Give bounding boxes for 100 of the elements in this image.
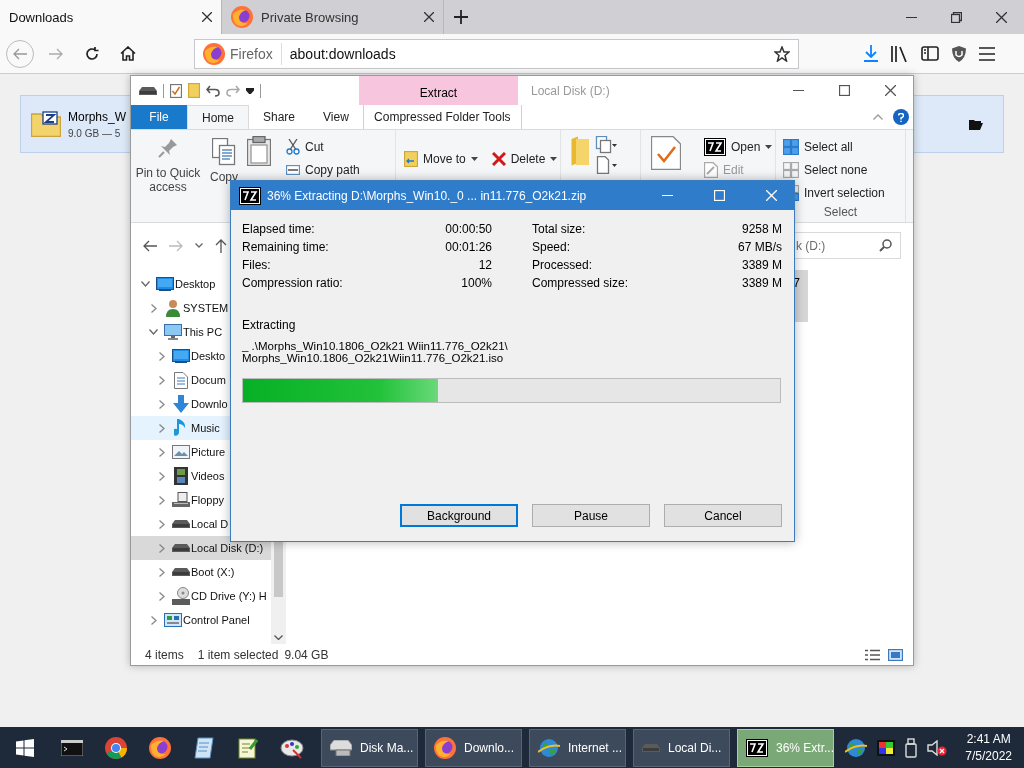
recent-dropdown-icon[interactable] <box>195 243 203 248</box>
terminal-icon[interactable] <box>61 739 83 756</box>
chevron-right-icon[interactable] <box>158 495 165 505</box>
chevron-right-icon[interactable] <box>158 471 165 481</box>
undo-icon[interactable] <box>206 84 220 97</box>
edit-icon <box>704 161 718 178</box>
group-label: Select <box>823 205 858 219</box>
chrome-icon[interactable] <box>105 736 127 759</box>
up-arrow-icon[interactable] <box>215 238 227 253</box>
tree-item[interactable]: Videos <box>131 464 271 488</box>
tree-item[interactable]: Picture <box>131 440 271 464</box>
taskbar-button[interactable]: Local Di... <box>633 728 730 767</box>
browser-tab[interactable]: Downloads <box>0 0 222 34</box>
ribbon-tab[interactable]: Home <box>187 105 249 129</box>
new-tab-icon[interactable] <box>454 10 468 24</box>
taskbar-button[interactable]: Downlo... <box>425 728 522 767</box>
tree-item[interactable]: Local Disk (D:) <box>131 536 271 560</box>
tree-item[interactable]: Downlo <box>131 392 271 416</box>
chevron-right-icon[interactable] <box>158 567 165 577</box>
tree-item[interactable]: SYSTEM <box>131 296 271 320</box>
tree-item[interactable]: Local D <box>131 512 271 536</box>
ribbon-tab[interactable]: Share <box>249 105 310 129</box>
chevron-right-icon[interactable] <box>158 399 165 409</box>
home-icon[interactable] <box>120 46 136 61</box>
dialog-button[interactable]: Cancel <box>664 504 782 527</box>
close-icon[interactable] <box>424 12 434 22</box>
ribbon-tab[interactable]: View <box>309 105 363 129</box>
paint-palette-icon[interactable] <box>280 736 304 759</box>
easy-access-icon[interactable] <box>595 156 617 174</box>
dropdown-icon[interactable] <box>246 87 254 94</box>
scroll-down-icon <box>274 635 283 640</box>
tree-item[interactable]: Control Panel <box>131 608 271 632</box>
bookmark-star-icon[interactable] <box>774 45 790 62</box>
close-icon[interactable] <box>202 12 212 22</box>
library-icon[interactable] <box>891 45 909 62</box>
speaker-muted-icon[interactable] <box>927 739 948 756</box>
chevron-right-icon[interactable] <box>158 375 165 385</box>
tree-item[interactable]: Boot (X:) <box>131 560 271 584</box>
chevron-down-icon[interactable] <box>149 329 158 335</box>
firefox-icon[interactable] <box>149 736 171 759</box>
menu-icon[interactable] <box>979 46 995 61</box>
close-icon[interactable] <box>884 85 896 96</box>
restore-icon[interactable] <box>951 11 962 23</box>
back-arrow-icon[interactable] <box>143 239 157 252</box>
pin-button[interactable]: Pin to Quick access <box>135 136 201 222</box>
chevron-right-icon[interactable] <box>158 591 165 601</box>
large-icons-view-icon[interactable] <box>888 648 903 661</box>
sidebar-icon[interactable] <box>921 46 939 61</box>
collapse-ribbon-icon[interactable] <box>873 114 883 120</box>
properties-check-icon[interactable] <box>170 83 182 98</box>
chevron-right-icon[interactable] <box>158 351 165 361</box>
tree-item[interactable]: Floppy <box>131 488 271 512</box>
minimize-icon[interactable] <box>906 16 917 18</box>
drive-icon <box>171 544 190 552</box>
maximize-icon[interactable] <box>838 85 850 96</box>
site-identity[interactable]: Firefox <box>203 42 282 65</box>
download-item[interactable]: Morphs_W 9.0 GB — 5 <box>20 95 130 153</box>
address-bar[interactable]: Firefox about:downloads <box>194 38 799 69</box>
chevron-right-icon[interactable] <box>150 303 157 313</box>
clock[interactable]: 2:41 AM 7/5/2022 <box>965 732 1012 763</box>
windows-logo-icon[interactable] <box>16 738 34 757</box>
notepad-icon[interactable] <box>194 736 214 759</box>
taskbar-button[interactable]: Disk Ma... <box>321 728 418 767</box>
ribbon-tab[interactable]: File <box>131 105 187 129</box>
select-all-button[interactable]: Select all <box>780 136 888 157</box>
drive-icon[interactable] <box>139 86 157 95</box>
tree-item[interactable]: Docum <box>131 368 271 392</box>
color-grid-icon[interactable] <box>877 739 896 756</box>
properties-icon[interactable] <box>651 136 681 170</box>
chevron-down-icon[interactable] <box>141 281 150 287</box>
select-none-button[interactable]: Select none <box>780 159 888 180</box>
new-item-icon[interactable] <box>595 136 617 154</box>
paste-icon[interactable] <box>247 136 271 166</box>
editor-icon[interactable] <box>238 736 258 759</box>
close-icon[interactable] <box>996 11 1007 23</box>
shield-icon[interactable] <box>951 44 967 63</box>
move-to-button[interactable]: Move to <box>400 146 482 172</box>
tree-item[interactable]: CD Drive (Y:) H <box>131 584 271 608</box>
download-item-end[interactable] <box>914 95 1004 153</box>
delete-button[interactable]: Delete <box>487 146 562 172</box>
globe-icon[interactable] <box>845 737 868 758</box>
reload-icon[interactable] <box>85 46 99 61</box>
cut-button[interactable]: Cut <box>283 136 363 157</box>
chevron-right-icon[interactable] <box>158 447 165 457</box>
item-count: 4 items <box>145 647 184 662</box>
usb-drive-icon[interactable] <box>905 737 918 758</box>
chevron-right-icon[interactable] <box>158 423 165 433</box>
chevron-right-icon[interactable] <box>150 615 157 625</box>
download-icon[interactable] <box>863 45 879 62</box>
open-folder-icon[interactable] <box>969 118 983 130</box>
dialog-button[interactable]: Pause <box>532 504 650 527</box>
file-path: _ .\Morphs_Win10.1806_O2k21 Wiin11.776_O2k21\ <box>242 340 509 352</box>
minimize-icon[interactable] <box>792 90 804 91</box>
open-button[interactable]: Open <box>701 136 776 157</box>
chevron-right-icon[interactable] <box>158 519 165 529</box>
taskbar-button[interactable]: Internet ... <box>529 728 626 767</box>
help-icon[interactable] <box>893 109 909 125</box>
details-view-icon[interactable] <box>865 648 880 661</box>
copy-path-button[interactable]: Copy path <box>283 159 363 180</box>
dialog-button[interactable]: Background <box>400 504 518 527</box>
